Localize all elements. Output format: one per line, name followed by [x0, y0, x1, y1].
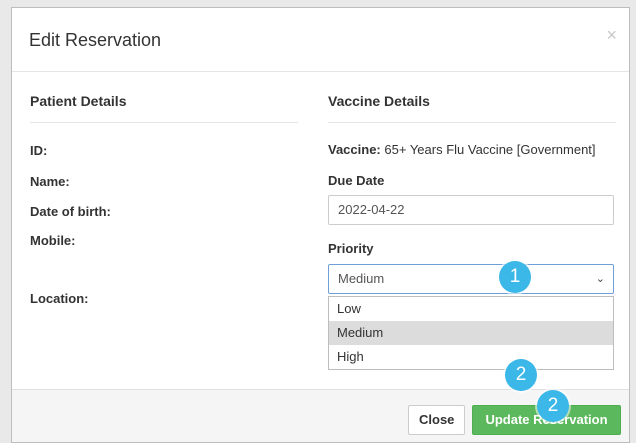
divider	[328, 122, 616, 123]
id-label: ID:	[30, 143, 48, 158]
priority-selected-value: Medium	[338, 271, 385, 286]
divider	[30, 122, 298, 123]
priority-option-medium[interactable]: Medium	[329, 321, 613, 345]
modal-title: Edit Reservation	[29, 30, 162, 50]
modal-footer: Close Update Reservation	[12, 389, 629, 442]
edit-reservation-modal: Edit Reservation × Patient Details ID: N…	[11, 7, 630, 443]
chevron-down-icon: ⌄	[595, 273, 605, 285]
step-badge-2: 2	[505, 359, 537, 391]
vaccine-info: Vaccine: 65+ Years Flu Vaccine [Governme…	[328, 142, 596, 157]
step-badge-1: 1	[499, 261, 531, 293]
mobile-label: Mobile:	[30, 233, 76, 248]
location-label: Location:	[30, 291, 89, 306]
step-badge-2-alt: 2	[537, 390, 569, 422]
priority-label: Priority	[328, 241, 374, 256]
vaccine-value: 65+ Years Flu Vaccine [Government]	[384, 142, 596, 157]
vaccine-details-heading: Vaccine Details	[328, 93, 430, 109]
due-date-label: Due Date	[328, 173, 385, 188]
priority-select[interactable]: Medium ⌄	[328, 264, 614, 294]
vaccine-label: Vaccine:	[328, 142, 381, 157]
modal-header: Edit Reservation ×	[12, 8, 629, 72]
name-label: Name:	[30, 174, 70, 189]
close-button[interactable]: Close	[408, 405, 466, 435]
priority-dropdown: Low Medium High	[328, 296, 614, 370]
dob-label: Date of birth:	[30, 204, 111, 219]
priority-option-high[interactable]: High	[329, 345, 613, 369]
priority-option-low[interactable]: Low	[329, 297, 613, 321]
due-date-input[interactable]: 2022-04-22	[328, 195, 614, 225]
patient-details-heading: Patient Details	[30, 93, 127, 109]
close-icon[interactable]: ×	[606, 25, 617, 46]
